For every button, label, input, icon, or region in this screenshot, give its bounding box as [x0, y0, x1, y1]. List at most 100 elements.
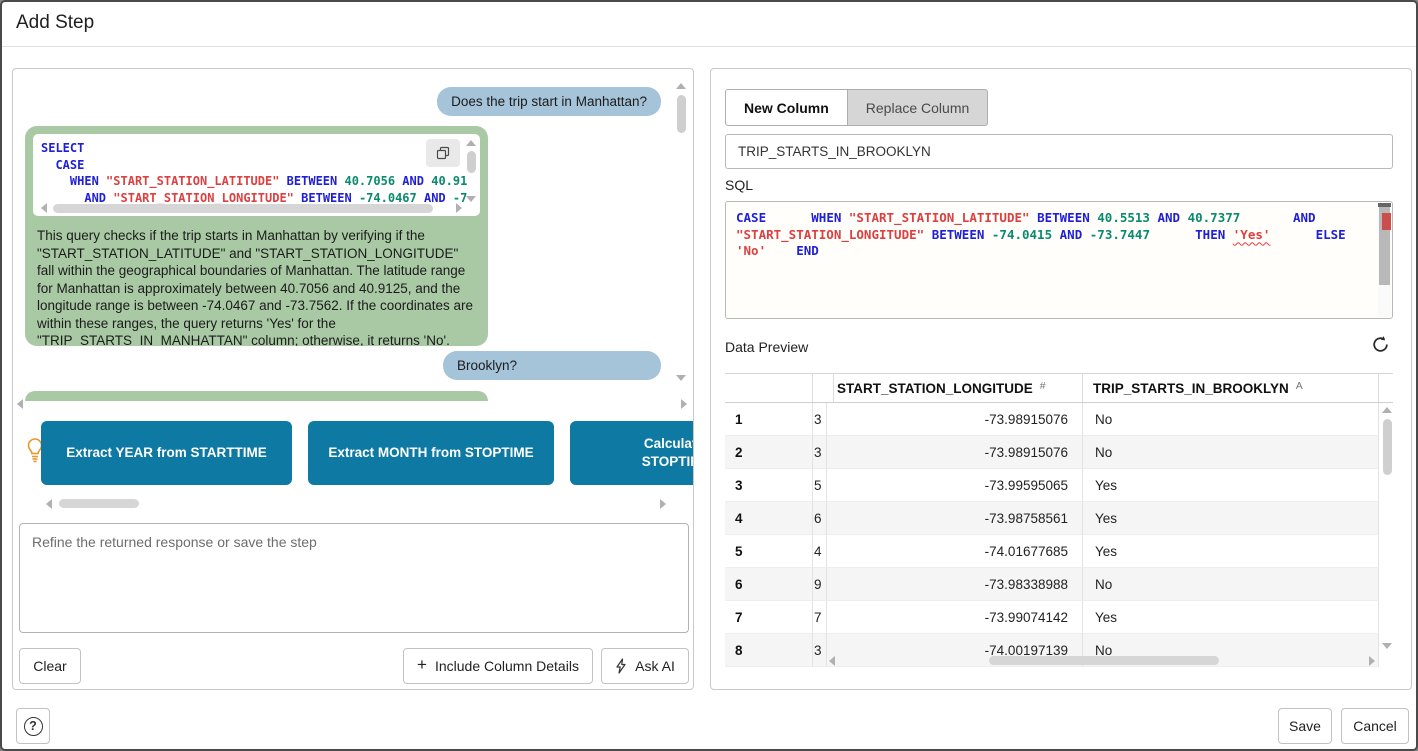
table-row[interactable]: 13-73.98915076No	[725, 403, 1393, 436]
table-cell: -73.98338988	[827, 568, 1083, 601]
header-trip-starts-in-brooklyn[interactable]: TRIP_STARTS_IN_BROOKLYN A	[1083, 374, 1379, 402]
table-cell: 1	[725, 403, 813, 436]
sql-editor[interactable]: CASE WHEN "START_STATION_LATITUDE" BETWE…	[725, 201, 1393, 319]
table-scroll-left-icon[interactable]	[829, 656, 835, 666]
suggestions-scroll-left-icon[interactable]	[46, 499, 52, 509]
suggestions-horizontal-scrollbar[interactable]	[59, 499, 139, 508]
refresh-icon	[1371, 335, 1390, 354]
table-cell: 3	[813, 403, 827, 436]
table-cell: 4	[725, 502, 813, 535]
assistant-message-partial	[25, 391, 488, 401]
chat-panel: Does the trip start in Manhattan? SELECT…	[12, 68, 694, 690]
copy-code-button[interactable]	[426, 139, 460, 167]
table-cell: Yes	[1083, 502, 1379, 535]
numeric-type-icon: #	[1040, 380, 1046, 392]
sql-label: SQL	[725, 177, 753, 193]
table-cell: 3	[725, 469, 813, 502]
chat-scroll-down-icon[interactable]	[676, 375, 686, 381]
table-cell: 8	[725, 634, 813, 667]
header-start-station-longitude[interactable]: START_STATION_LONGITUDE #	[827, 374, 1083, 402]
help-icon: ?	[24, 717, 43, 736]
code-vertical-scrollbar[interactable]	[467, 151, 476, 173]
chat-scroll-left-icon[interactable]	[17, 399, 23, 409]
add-step-dialog: Add Step Does the trip start in Manhatta…	[0, 0, 1418, 751]
code-line: SELECT	[41, 140, 476, 157]
code-line: "START_STATION_LONGITUDE" BETWEEN -74.04…	[736, 227, 1388, 244]
suggestion-extract-month-button[interactable]: Extract MONTH from STOPTIME	[308, 421, 554, 485]
table-row[interactable]: 46-73.98758561Yes	[725, 502, 1393, 535]
cancel-button[interactable]: Cancel	[1341, 708, 1409, 744]
code-scroll-down-icon[interactable]	[466, 196, 476, 202]
table-cell: No	[1083, 403, 1379, 436]
help-button[interactable]: ?	[16, 708, 50, 744]
save-button[interactable]: Save	[1278, 708, 1332, 744]
table-cell: 5	[725, 535, 813, 568]
table-cell: 9	[813, 568, 827, 601]
chat-scroll-up-icon[interactable]	[676, 83, 686, 89]
code-scroll-left-icon[interactable]	[41, 203, 47, 213]
table-vertical-scroll-thumb[interactable]	[1383, 419, 1392, 475]
table-cell: -73.98915076	[827, 403, 1083, 436]
table-row[interactable]: 23-73.98915076No	[725, 436, 1393, 469]
clear-button[interactable]: Clear	[19, 648, 81, 684]
include-column-details-button[interactable]: + Include Column Details	[403, 648, 593, 684]
preview-body: 13-73.98915076No23-73.98915076No35-73.99…	[725, 403, 1393, 667]
suggestion-calculate-difference-button[interactable]: Calculate diffe STOPTIME and	[570, 421, 694, 485]
code-scroll-right-icon[interactable]	[456, 203, 462, 213]
code-line: 'No' END	[736, 243, 1388, 260]
sql-editor-scrollbar[interactable]	[1378, 203, 1391, 317]
code-horizontal-scrollbar[interactable]	[53, 204, 433, 213]
user-message: Does the trip start in Manhattan?	[437, 87, 661, 116]
column-name-input[interactable]	[725, 134, 1393, 169]
sql-editor-content: CASE WHEN "START_STATION_LATITUDE" BETWE…	[726, 202, 1392, 260]
page-title: Add Step	[16, 12, 94, 34]
user-message: Brooklyn?	[443, 351, 661, 380]
suggestions-scroll-right-icon[interactable]	[660, 499, 666, 509]
refresh-button[interactable]	[1369, 335, 1391, 357]
column-editor-panel: New Column Replace Column SQL CASE WHEN …	[710, 68, 1412, 690]
table-cell: -73.98758561	[827, 502, 1083, 535]
table-horizontal-scroll-thumb[interactable]	[989, 656, 1219, 665]
assistant-message: SELECT CASE WHEN "START_STATION_LATITUDE…	[25, 126, 488, 346]
error-marker	[1382, 213, 1391, 230]
table-row[interactable]: 77-73.99074142Yes	[725, 601, 1393, 634]
header-row-number[interactable]	[725, 374, 813, 402]
table-scroll-right-icon[interactable]	[1369, 656, 1375, 666]
data-preview-table: START_STATION_LONGITUDE # TRIP_STARTS_IN…	[725, 373, 1393, 669]
data-preview-label: Data Preview	[725, 339, 808, 355]
code-line: CASE	[41, 157, 476, 174]
suggestion-extract-year-button[interactable]: Extract YEAR from STARTTIME	[41, 421, 292, 485]
table-scroll-down-icon[interactable]	[1382, 643, 1392, 649]
table-cell: 2	[725, 436, 813, 469]
sql-code-block: SELECT CASE WHEN "START_STATION_LATITUDE…	[33, 134, 480, 216]
ask-ai-button[interactable]: Ask AI	[601, 648, 689, 684]
table-cell: -73.99074142	[827, 601, 1083, 634]
table-cell: Yes	[1083, 469, 1379, 502]
table-cell: 5	[813, 469, 827, 502]
table-cell: 7	[813, 601, 827, 634]
table-cell: 4	[813, 535, 827, 568]
tab-replace-column[interactable]: Replace Column	[848, 89, 989, 126]
lightning-bolt-icon	[615, 658, 627, 674]
table-row[interactable]: 35-73.99595065Yes	[725, 469, 1393, 502]
table-row[interactable]: 69-73.98338988No	[725, 568, 1393, 601]
table-row[interactable]: 54-74.01677685Yes	[725, 535, 1393, 568]
chat-vertical-scrollbar[interactable]	[677, 95, 686, 133]
code-scroll-up-icon[interactable]	[466, 140, 476, 146]
table-cell: -73.98915076	[827, 436, 1083, 469]
ask-ai-label: Ask AI	[635, 658, 675, 674]
tab-new-column[interactable]: New Column	[725, 89, 848, 126]
code-content: SELECT CASE WHEN "START_STATION_LATITUDE…	[33, 134, 480, 206]
table-horizontal-scrollbar[interactable]	[829, 655, 1375, 667]
table-cell: 6	[725, 568, 813, 601]
plus-icon: +	[417, 655, 427, 675]
chat-scroll-right-icon[interactable]	[681, 399, 687, 409]
header-divider	[2, 46, 1416, 47]
table-vertical-scrollbar[interactable]	[1380, 405, 1393, 669]
refine-input[interactable]	[19, 523, 689, 633]
text-type-icon: A	[1296, 380, 1303, 392]
table-scroll-up-icon[interactable]	[1382, 407, 1392, 413]
table-cell: -74.01677685	[827, 535, 1083, 568]
table-cell: 7	[725, 601, 813, 634]
code-line: WHEN "START_STATION_LATITUDE" BETWEEN 40…	[41, 173, 476, 190]
